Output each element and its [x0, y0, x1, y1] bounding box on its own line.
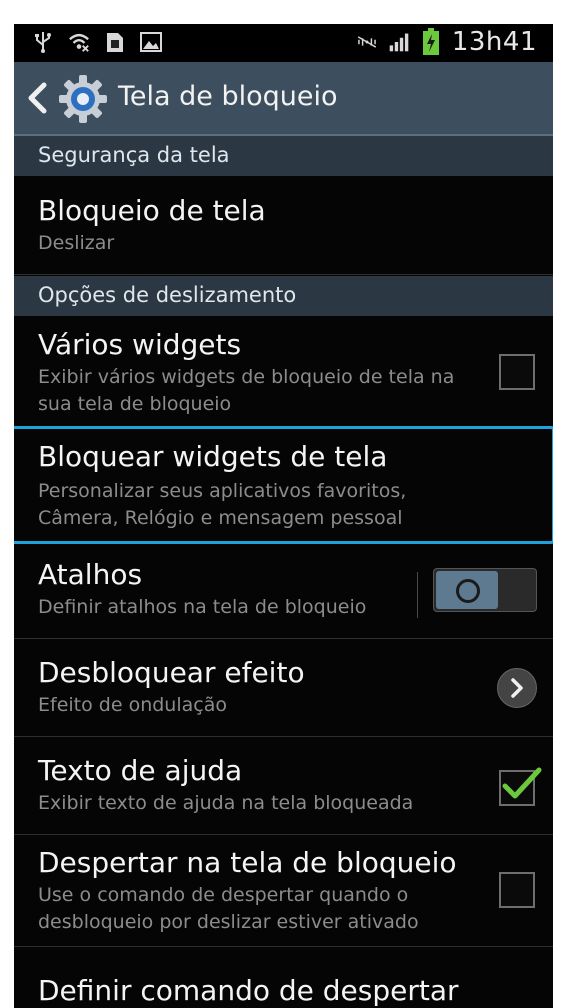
phone-screen: 13h41 Tela de bloqueio Segurança da tela… [14, 24, 553, 1008]
wifi-icon [68, 31, 90, 53]
setting-title: Bloqueio de tela [38, 194, 266, 227]
checkmark-icon [502, 767, 542, 799]
setting-unlock-effect[interactable]: Desbloquear efeito Efeito de ondulação [14, 638, 553, 737]
setting-title: Definir comando de despertar [38, 974, 459, 1007]
setting-subtitle: Exibir vários widgets de bloqueio de tel… [38, 366, 455, 415]
setting-multiple-widgets[interactable]: Vários widgets Exibir vários widgets de … [14, 316, 553, 427]
toggle-knob [436, 571, 498, 609]
section-label: Opções de deslizamento [38, 283, 297, 307]
page-title: Tela de bloqueio [118, 81, 338, 112]
gear-icon[interactable] [58, 74, 108, 124]
setting-shortcuts[interactable]: Atalhos Definir atalhos na tela de bloqu… [14, 546, 553, 639]
multiple-widgets-checkbox[interactable] [499, 354, 535, 390]
back-arrow-icon[interactable] [26, 82, 48, 114]
signal-icon [388, 31, 410, 53]
sim-icon [104, 31, 126, 53]
section-label: Segurança da tela [38, 143, 230, 167]
setting-help-text[interactable]: Texto de ajuda Exibir texto de ajuda na … [14, 736, 553, 835]
no-signal-icon [356, 31, 378, 53]
setting-title: Desbloquear efeito [38, 656, 305, 689]
setting-subtitle: Exibir texto de ajuda na tela bloqueada [38, 792, 414, 814]
setting-title: Atalhos [38, 558, 143, 591]
setting-title: Vários widgets [38, 328, 242, 361]
battery-charging-icon [420, 28, 442, 55]
wake-up-checkbox[interactable] [499, 872, 535, 908]
help-text-checkbox[interactable] [499, 767, 542, 806]
action-bar: Tela de bloqueio [14, 62, 553, 136]
selection-highlight [14, 426, 553, 544]
off-ring-icon [456, 579, 480, 603]
divider [417, 572, 418, 618]
section-header-swipe-options: Opções de deslizamento [14, 276, 553, 316]
setting-title: Texto de ajuda [38, 754, 243, 787]
section-header-screen-security: Segurança da tela [14, 136, 553, 176]
setting-set-wake-up-command[interactable]: Definir comando de despertar [14, 948, 553, 1008]
shortcuts-toggle-area [417, 568, 537, 618]
image-icon [140, 31, 162, 53]
setting-title: Despertar na tela de bloqueio [38, 846, 457, 879]
setting-wake-up-lock-screen[interactable]: Despertar na tela de bloqueio Use o coma… [14, 834, 553, 947]
setting-subtitle: Use o comando de despertar quando o desb… [38, 884, 419, 933]
status-bar: 13h41 [14, 24, 553, 62]
setting-subtitle: Definir atalhos na tela de bloqueio [38, 596, 367, 618]
setting-lock-screen[interactable]: Bloqueio de tela Deslizar [14, 176, 553, 275]
setting-subtitle: Efeito de ondulação [38, 694, 227, 716]
status-clock: 13h41 [451, 27, 537, 57]
chevron-right-icon[interactable] [497, 668, 537, 708]
setting-subtitle: Deslizar [38, 232, 115, 254]
usb-icon [32, 31, 54, 53]
shortcuts-toggle[interactable] [433, 568, 537, 612]
